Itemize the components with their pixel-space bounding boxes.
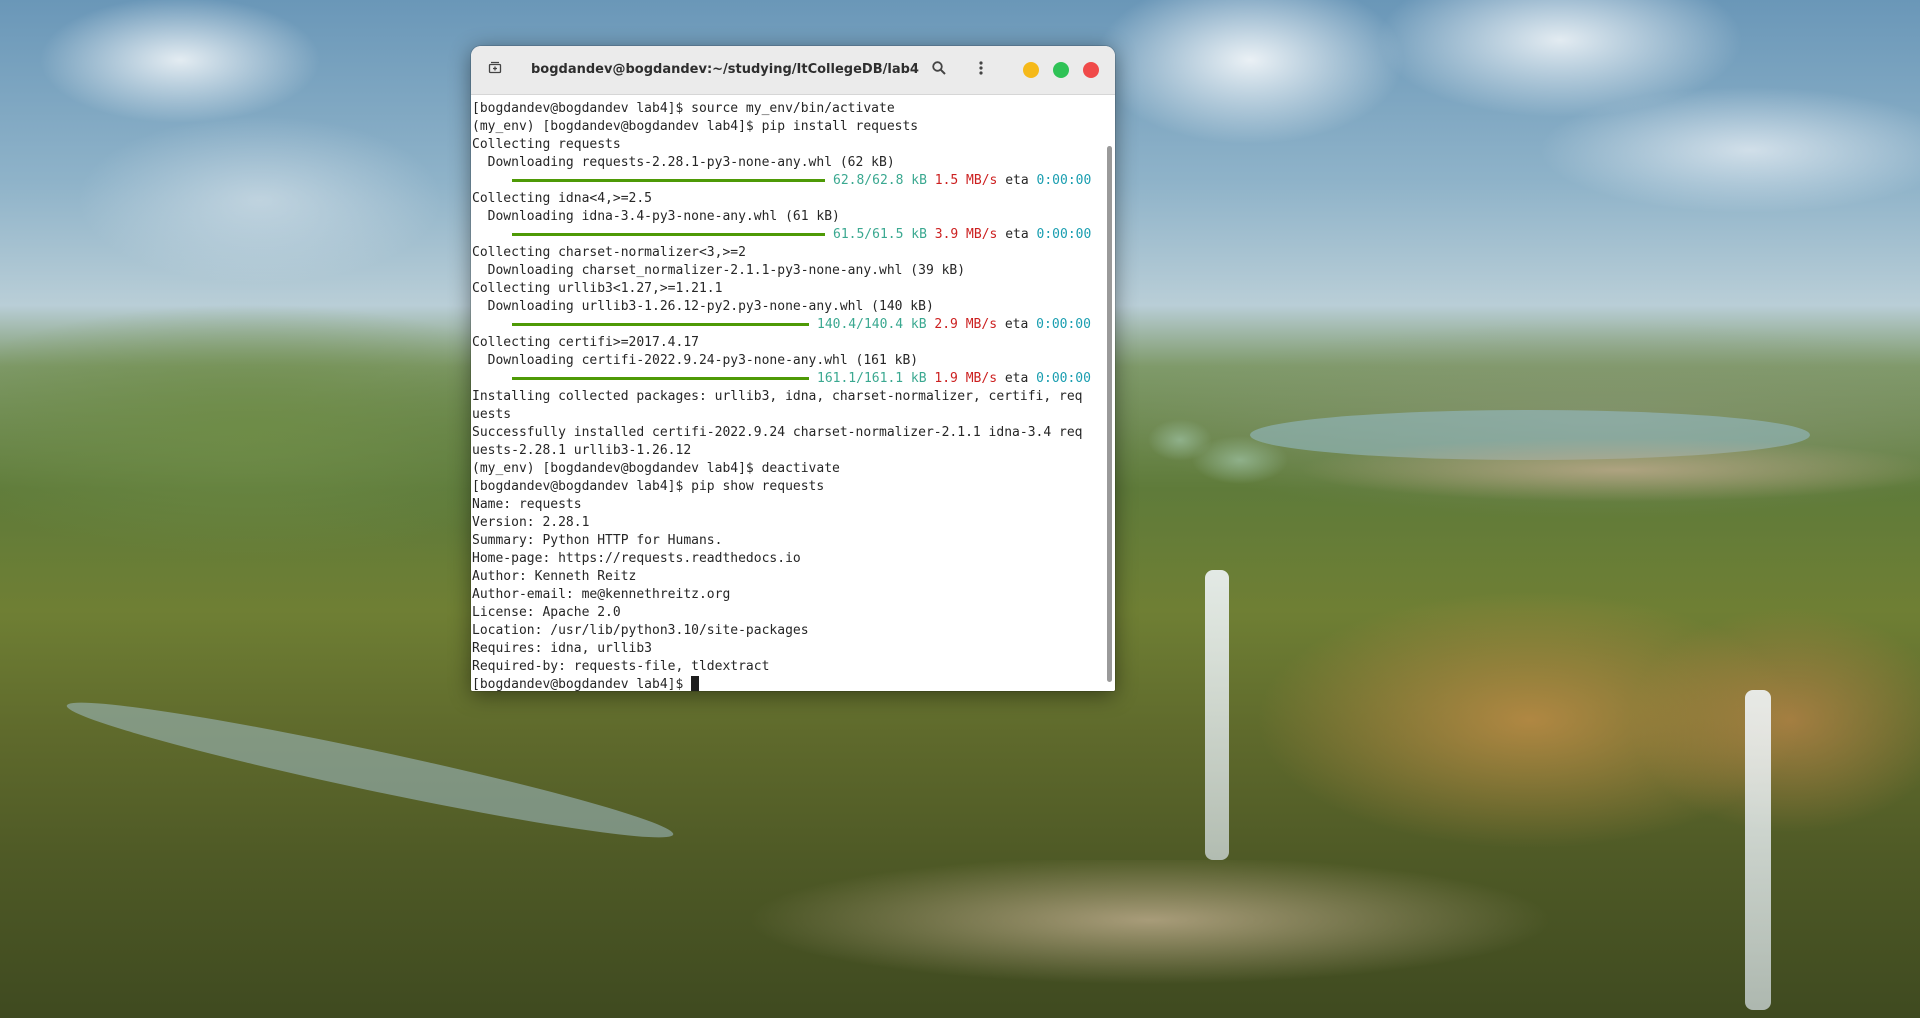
terminal-output[interactable]: [bogdandev@bogdandev lab4]$ source my_en… xyxy=(471,95,1115,691)
terminal-line: (my_env) [bogdandev@bogdandev lab4]$ dea… xyxy=(472,461,840,476)
terminal-window[interactable]: bogdandev@bogdandev:~/studying/ItCollege… xyxy=(471,46,1115,691)
scrollbar[interactable] xyxy=(1107,146,1112,682)
terminal-line: Downloading requests-2.28.1-py3-none-any… xyxy=(472,155,895,170)
download-size: 161.1/161.1 kB xyxy=(817,371,927,386)
terminal-line: Location: /usr/lib/python3.10/site-packa… xyxy=(472,623,809,638)
terminal-line: Downloading idna-3.4-py3-none-any.whl (6… xyxy=(472,209,840,224)
menu-button[interactable] xyxy=(967,56,995,84)
progress-bar xyxy=(512,377,809,380)
wallpaper-city xyxy=(1120,400,1920,520)
wallpaper-river xyxy=(62,685,678,855)
terminal-line: Author: Kenneth Reitz xyxy=(472,569,637,584)
terminal-line: uests xyxy=(472,407,512,422)
terminal-line: Installing collected packages: urllib3, … xyxy=(472,389,1083,404)
text-cursor xyxy=(691,676,700,691)
new-tab-icon xyxy=(487,60,503,80)
eta-label: eta xyxy=(1004,371,1029,386)
download-size: 62.8/62.8 kB xyxy=(833,173,927,188)
terminal-line: Required-by: requests-file, tldextract xyxy=(472,659,770,674)
terminal-line: License: Apache 2.0 xyxy=(472,605,621,620)
terminal-titlebar[interactable]: bogdandev@bogdandev:~/studying/ItCollege… xyxy=(471,46,1115,95)
terminal-line: Collecting charset-normalizer<3,>=2 xyxy=(472,245,746,260)
terminal-line: uests-2.28.1 urllib3-1.26.12 xyxy=(472,443,692,458)
terminal-line: Collecting urllib3<1.27,>=1.21.1 xyxy=(472,281,723,296)
progress-line: 140.4/140.4 kB 2.9 MB/s eta 0:00:00 xyxy=(472,316,1101,334)
download-rate: 2.9 MB/s xyxy=(934,317,998,332)
terminal-line: Downloading charset_normalizer-2.1.1-py3… xyxy=(472,263,966,278)
terminal-line: Successfully installed certifi-2022.9.24… xyxy=(472,425,1083,440)
eta-value: 0:00:00 xyxy=(1036,317,1091,332)
eta-value: 0:00:00 xyxy=(1036,227,1092,242)
terminal-line: Requires: idna, urllib3 xyxy=(472,641,653,656)
kebab-menu-icon xyxy=(973,60,989,80)
search-button[interactable] xyxy=(925,56,953,84)
wallpaper-waterfall xyxy=(1205,570,1229,860)
download-size: 140.4/140.4 kB xyxy=(817,317,927,332)
eta-value: 0:00:00 xyxy=(1036,173,1092,188)
terminal-line: Author-email: me@kennethreitz.org xyxy=(472,587,731,602)
maximize-button[interactable] xyxy=(1053,62,1069,78)
terminal-line: [bogdandev@bogdandev lab4]$ source my_en… xyxy=(472,101,895,116)
progress-bar xyxy=(512,179,825,182)
progress-bar xyxy=(512,323,809,326)
download-rate: 1.9 MB/s xyxy=(934,371,998,386)
progress-line: 62.8/62.8 kB 1.5 MB/s eta 0:00:00 xyxy=(472,172,1101,190)
wallpaper-ground xyxy=(650,860,1800,1018)
download-rate: 1.5 MB/s xyxy=(934,173,998,188)
terminal-line: Version: 2.28.1 xyxy=(472,515,590,530)
minimize-button[interactable] xyxy=(1023,62,1039,78)
terminal-line: [bogdandev@bogdandev lab4]$ pip show req… xyxy=(472,479,825,494)
terminal-line: Name: requests xyxy=(472,497,582,512)
terminal-line: Collecting requests xyxy=(472,137,621,152)
terminal-line: Home-page: https://requests.readthedocs.… xyxy=(472,551,801,566)
terminal-line: (my_env) [bogdandev@bogdandev lab4]$ pip… xyxy=(472,119,919,134)
download-rate: 3.9 MB/s xyxy=(934,227,998,242)
window-title: bogdandev@bogdandev:~/studying/ItCollege… xyxy=(531,62,919,77)
terminal-line: Downloading certifi-2022.9.24-py3-none-a… xyxy=(472,353,919,368)
wallpaper-cliff xyxy=(1230,560,1920,860)
shell-prompt: [bogdandev@bogdandev lab4]$ xyxy=(472,677,692,691)
terminal-line: Collecting certifi>=2017.4.17 xyxy=(472,335,699,350)
terminal-line: Collecting idna<4,>=2.5 xyxy=(472,191,653,206)
new-tab-button[interactable] xyxy=(481,56,509,84)
download-size: 61.5/61.5 kB xyxy=(833,227,927,242)
eta-label: eta xyxy=(1005,227,1029,242)
progress-bar xyxy=(512,233,825,236)
eta-value: 0:00:00 xyxy=(1036,371,1091,386)
progress-line: 61.5/61.5 kB 3.9 MB/s eta 0:00:00 xyxy=(472,226,1101,244)
eta-label: eta xyxy=(1005,173,1029,188)
terminal-line: Summary: Python HTTP for Humans. xyxy=(472,533,723,548)
terminal-line: Downloading urllib3-1.26.12-py2.py3-none… xyxy=(472,299,934,314)
eta-label: eta xyxy=(1004,317,1029,332)
progress-line: 161.1/161.1 kB 1.9 MB/s eta 0:00:00 xyxy=(472,370,1101,388)
close-button[interactable] xyxy=(1083,62,1099,78)
search-icon xyxy=(931,60,947,80)
prompt-line[interactable]: [bogdandev@bogdandev lab4]$ xyxy=(472,676,1101,691)
